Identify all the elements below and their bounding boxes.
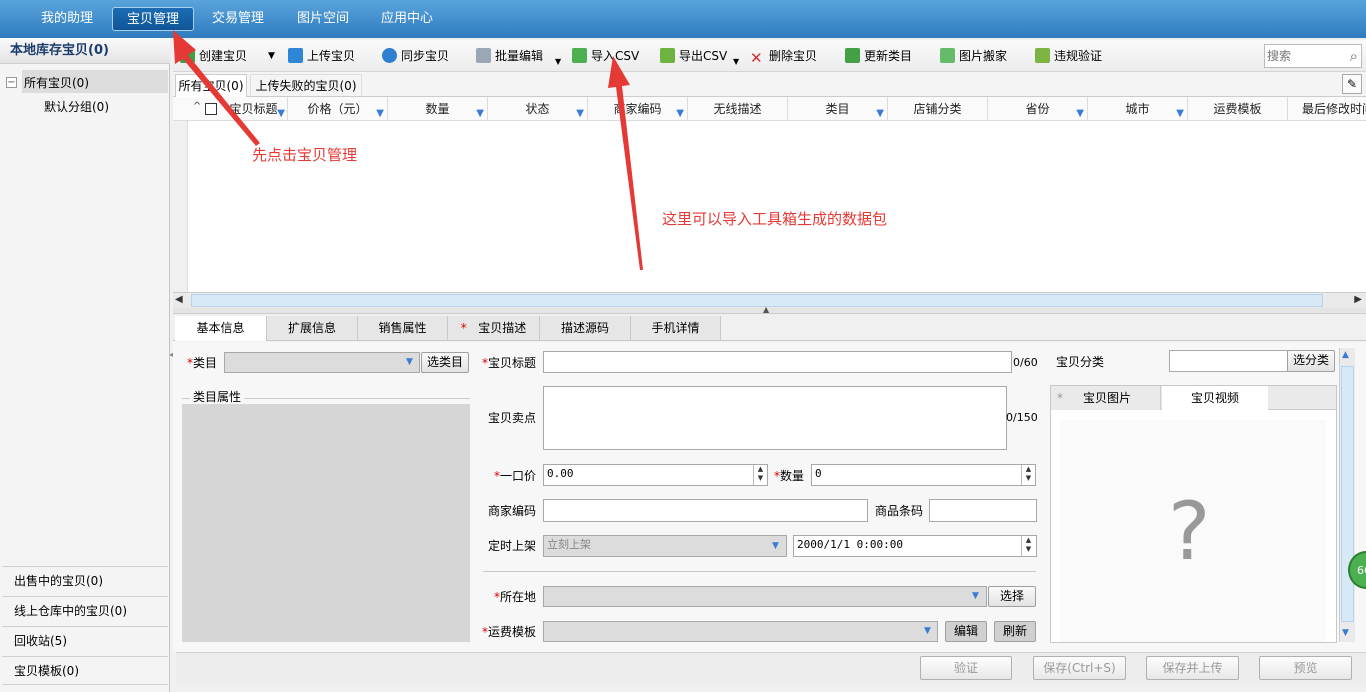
arrow-to-item-management (173, 30, 260, 146)
annotation-step1: 先点击宝贝管理 (252, 146, 358, 164)
annotation-arrows (173, 30, 643, 270)
arrow-to-import-csv (608, 56, 643, 270)
annotation-import-hint: 这里可以导入工具箱生成的数据包 (662, 210, 888, 228)
